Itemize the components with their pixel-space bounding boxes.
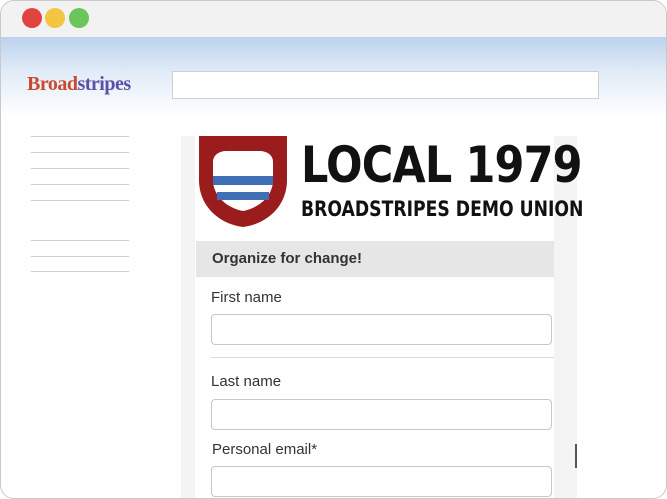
browser-window: Broadstripes LOCAL 1979 BROADSTRIPES DEM…: [0, 0, 667, 499]
brand-logo-part1: Broad: [27, 73, 78, 95]
sidebar-line: [31, 271, 129, 272]
first-name-label: First name: [211, 289, 282, 306]
last-name-label: Last name: [211, 373, 282, 390]
personal-email-label: Personal email*: [212, 441, 318, 458]
last-name-input[interactable]: [211, 399, 552, 430]
form-heading-bar: Organize for change!: [196, 241, 554, 277]
first-name-input[interactable]: [211, 314, 552, 345]
sidebar-line: [31, 168, 129, 169]
union-subtitle: BROADSTRIPES DEMO UNION: [301, 197, 584, 221]
union-name: LOCAL 1979: [301, 136, 583, 194]
shield-icon: [199, 136, 287, 227]
minimize-button[interactable]: [45, 8, 65, 28]
sidebar-line: [31, 200, 129, 201]
close-button[interactable]: [22, 8, 42, 28]
title-bar: [1, 1, 666, 37]
sidebar-line: [31, 136, 129, 137]
brand-logo[interactable]: Broadstripes: [27, 73, 131, 95]
brand-logo-part2: stripes: [77, 73, 131, 95]
sidebar-line: [31, 256, 129, 257]
maximize-button[interactable]: [69, 8, 89, 28]
search-bar[interactable]: [172, 71, 599, 99]
scrollbar-thumb[interactable]: [575, 444, 577, 468]
personal-email-input[interactable]: [211, 466, 552, 497]
sidebar-line: [31, 152, 129, 153]
sidebar-line: [31, 184, 129, 185]
form-heading: Organize for change!: [212, 250, 363, 267]
form-divider: [211, 357, 554, 358]
sidebar-line: [31, 240, 129, 241]
